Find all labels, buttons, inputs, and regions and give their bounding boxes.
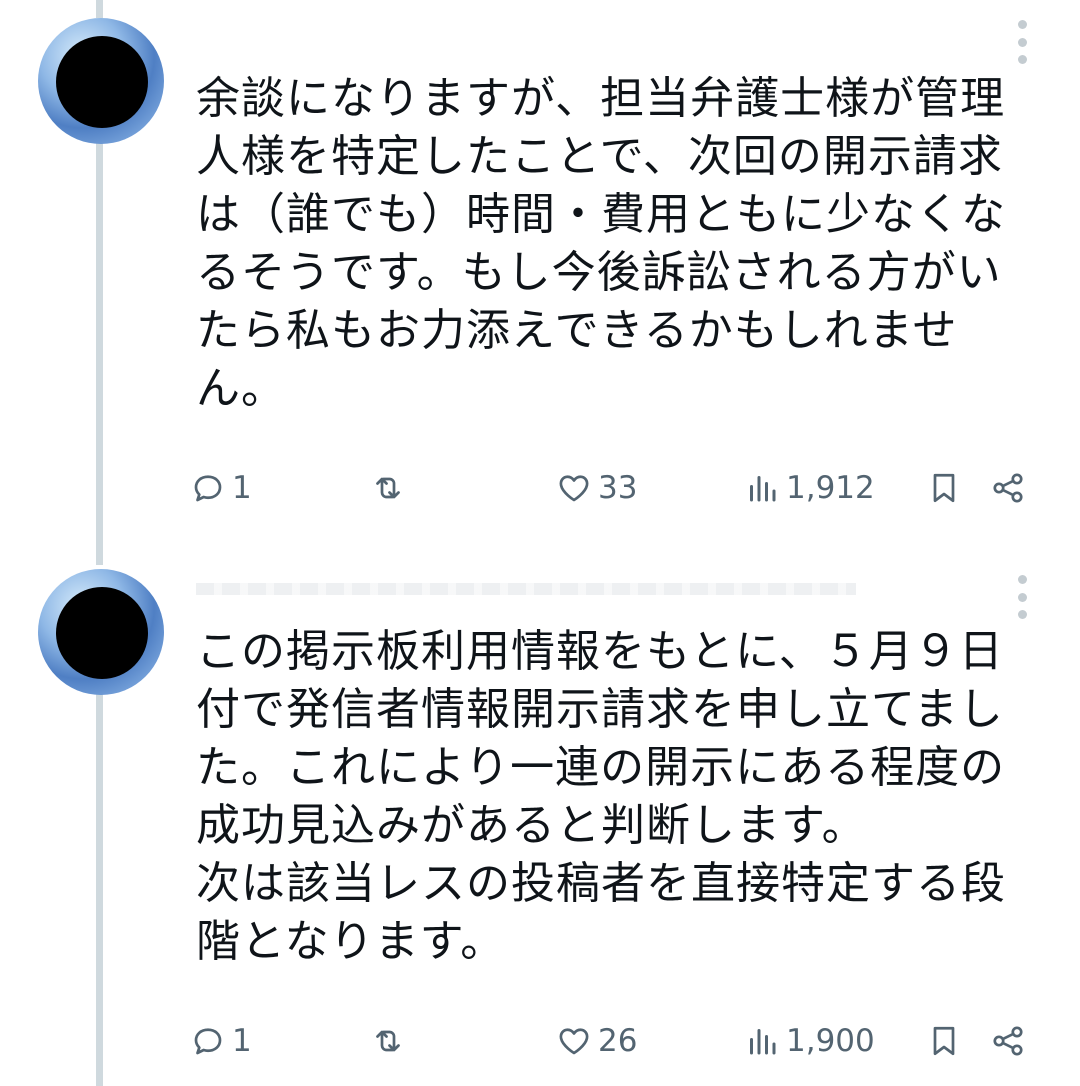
bookmark-icon	[933, 1026, 955, 1056]
share-button[interactable]	[990, 1017, 1026, 1065]
avatar-redaction	[56, 587, 148, 679]
views-button[interactable]: 1,912	[744, 464, 875, 512]
reply-count: 1	[232, 470, 252, 506]
tweet-actions: 1 26 1,900	[190, 1017, 1040, 1065]
avatar[interactable]	[38, 18, 164, 144]
share-icon	[993, 473, 1023, 503]
views-button[interactable]: 1,900	[744, 1017, 875, 1065]
reply-icon	[194, 1028, 222, 1055]
views-icon	[750, 1029, 776, 1055]
avatar[interactable]	[38, 569, 164, 695]
like-count: 26	[598, 1023, 638, 1059]
heart-icon	[559, 1028, 589, 1055]
like-button[interactable]: 33	[556, 464, 637, 512]
more-options-icon[interactable]	[1016, 20, 1028, 64]
more-options-icon[interactable]	[1016, 575, 1028, 619]
reply-icon	[194, 475, 222, 502]
like-count: 33	[598, 470, 638, 506]
retweet-button[interactable]	[370, 464, 406, 512]
redacted-header	[196, 583, 856, 595]
avatar-redaction	[56, 36, 148, 128]
view-count: 1,900	[786, 1023, 875, 1059]
tweet-text: 余談になりますが、担当弁護士様が管理人様を特定したことで、次回の開示請求は（誰で…	[196, 73, 1006, 414]
reply-count: 1	[232, 1023, 252, 1059]
bookmark-button[interactable]	[926, 464, 962, 512]
retweet-icon	[376, 1030, 400, 1052]
tweet-text: この掲示板利用情報をもとに、５月９日付で発信者情報開示請求を申し立てました。これ…	[196, 626, 1006, 967]
bookmark-icon	[933, 473, 955, 503]
retweet-button[interactable]	[370, 1017, 406, 1065]
share-icon	[993, 1026, 1023, 1056]
tweet[interactable]: この掲示板利用情報をもとに、５月９日付で発信者情報開示請求を申し立てました。これ…	[0, 565, 1080, 1086]
like-button[interactable]: 26	[556, 1017, 637, 1065]
reply-button[interactable]: 1	[190, 464, 252, 512]
view-count: 1,912	[786, 470, 875, 506]
heart-icon	[559, 475, 589, 502]
views-icon	[750, 476, 776, 502]
share-button[interactable]	[990, 464, 1026, 512]
tweet[interactable]: 余談になりますが、担当弁護士様が管理人様を特定したことで、次回の開示請求は（誰で…	[0, 0, 1080, 560]
retweet-icon	[376, 477, 400, 499]
tweet-actions: 1 33 1,912	[190, 464, 1040, 512]
reply-button[interactable]: 1	[190, 1017, 252, 1065]
bookmark-button[interactable]	[926, 1017, 962, 1065]
